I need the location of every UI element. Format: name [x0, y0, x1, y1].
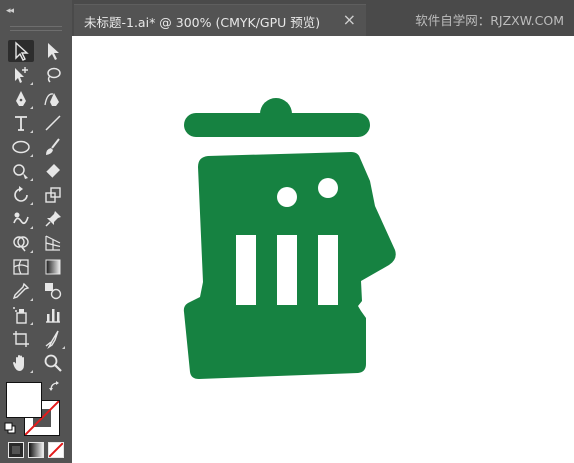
eraser-icon	[45, 164, 60, 179]
lid-handle-shape	[260, 98, 292, 114]
fill-swatch[interactable]	[6, 382, 42, 418]
artboard-icon	[13, 331, 29, 347]
right-eye-shape	[318, 178, 338, 198]
puppet-warp-tool[interactable]	[40, 208, 66, 230]
ellipse-icon	[12, 140, 30, 154]
document-tab[interactable]: 未标题-1.ai* @ 300% (CMYK/GPU 预览) ×	[74, 4, 366, 37]
mesh-icon	[13, 259, 29, 275]
default-fill-stroke-icon[interactable]	[4, 422, 16, 434]
column-graph-tool[interactable]	[40, 304, 66, 326]
direct-selection-tool[interactable]	[40, 40, 66, 62]
gradient-tool[interactable]	[40, 256, 66, 278]
direct-selection-arrow-icon	[48, 43, 59, 60]
scale-tool[interactable]	[40, 184, 66, 206]
shape-builder-tool[interactable]	[8, 232, 34, 254]
pin-icon	[45, 211, 61, 227]
curvature-pen-icon	[44, 93, 59, 106]
blend-icon	[45, 283, 62, 300]
type-tool[interactable]	[8, 112, 34, 134]
mesh-tool[interactable]	[8, 256, 34, 278]
close-icon[interactable]: ×	[343, 10, 356, 29]
hand-tool[interactable]	[8, 352, 34, 374]
slice-icon	[45, 330, 59, 349]
scale-icon	[45, 187, 61, 203]
curvature-tool[interactable]	[40, 88, 66, 110]
lasso-tool[interactable]	[40, 64, 66, 86]
warp-icon	[13, 212, 29, 225]
document-tab-title: 未标题-1.ai* @ 300% (CMYK/GPU 预览)	[84, 14, 321, 30]
perspective-grid-tool[interactable]	[40, 232, 66, 254]
trash-can-artwork[interactable]	[72, 36, 574, 463]
zoom-tool[interactable]	[40, 352, 66, 374]
line-icon	[45, 115, 61, 131]
shape-builder-icon	[13, 236, 29, 252]
left-eye-shape	[277, 187, 297, 207]
slice-tool[interactable]	[40, 328, 66, 350]
eyedropper-icon	[12, 282, 30, 300]
shaper-icon	[13, 164, 28, 179]
sprayer-icon	[13, 307, 27, 324]
swap-fill-stroke-icon[interactable]	[48, 380, 62, 394]
collapse-panel-icon[interactable]: ◂◂	[6, 6, 14, 16]
lid-shape	[184, 113, 370, 137]
color-mode-button[interactable]	[8, 442, 24, 458]
selection-arrow-icon	[15, 41, 29, 61]
slot-1-shape	[236, 235, 256, 305]
ellipse-tool[interactable]	[8, 136, 34, 158]
magic-wand-icon	[15, 67, 28, 83]
line-segment-tool[interactable]	[40, 112, 66, 134]
tools-panel-header: ◂◂	[0, 0, 72, 36]
gradient-mode-button[interactable]	[28, 442, 44, 458]
panel-grip[interactable]	[10, 26, 62, 31]
perspective-icon	[45, 235, 61, 251]
document-tab-bar: 未标题-1.ai* @ 300% (CMYK/GPU 预览) × 软件自学网：R…	[72, 0, 574, 37]
slot-3-shape	[318, 235, 338, 305]
eyedropper-tool[interactable]	[8, 280, 34, 302]
none-mode-button[interactable]	[48, 442, 64, 458]
blend-tool[interactable]	[40, 280, 66, 302]
rotate-icon	[14, 186, 28, 202]
warp-tool[interactable]	[8, 208, 34, 230]
eraser-tool[interactable]	[40, 160, 66, 182]
brush-icon	[46, 138, 60, 155]
lasso-icon	[47, 67, 61, 83]
magic-wand-tool[interactable]	[8, 64, 34, 86]
tools-panel: ◂◂	[0, 0, 72, 463]
artboard-canvas[interactable]	[72, 36, 574, 463]
watermark-text: 软件自学网：RJZXW.COM	[415, 13, 564, 28]
rotate-tool[interactable]	[8, 184, 34, 206]
graph-icon	[46, 309, 60, 323]
type-icon	[15, 116, 27, 131]
fill-stroke-control	[4, 380, 68, 440]
magnifier-icon	[44, 354, 62, 372]
selection-tool[interactable]	[8, 40, 34, 62]
pen-icon	[16, 91, 26, 106]
symbol-sprayer-tool[interactable]	[8, 304, 34, 326]
color-mode-buttons	[6, 442, 70, 460]
hand-icon	[13, 355, 24, 371]
gradient-icon	[45, 259, 61, 275]
slot-2-shape	[277, 235, 297, 305]
none-icon	[49, 443, 63, 457]
artboard-tool[interactable]	[8, 328, 34, 350]
pen-tool[interactable]	[8, 88, 34, 110]
shaper-tool[interactable]	[8, 160, 34, 182]
paintbrush-tool[interactable]	[40, 136, 66, 158]
